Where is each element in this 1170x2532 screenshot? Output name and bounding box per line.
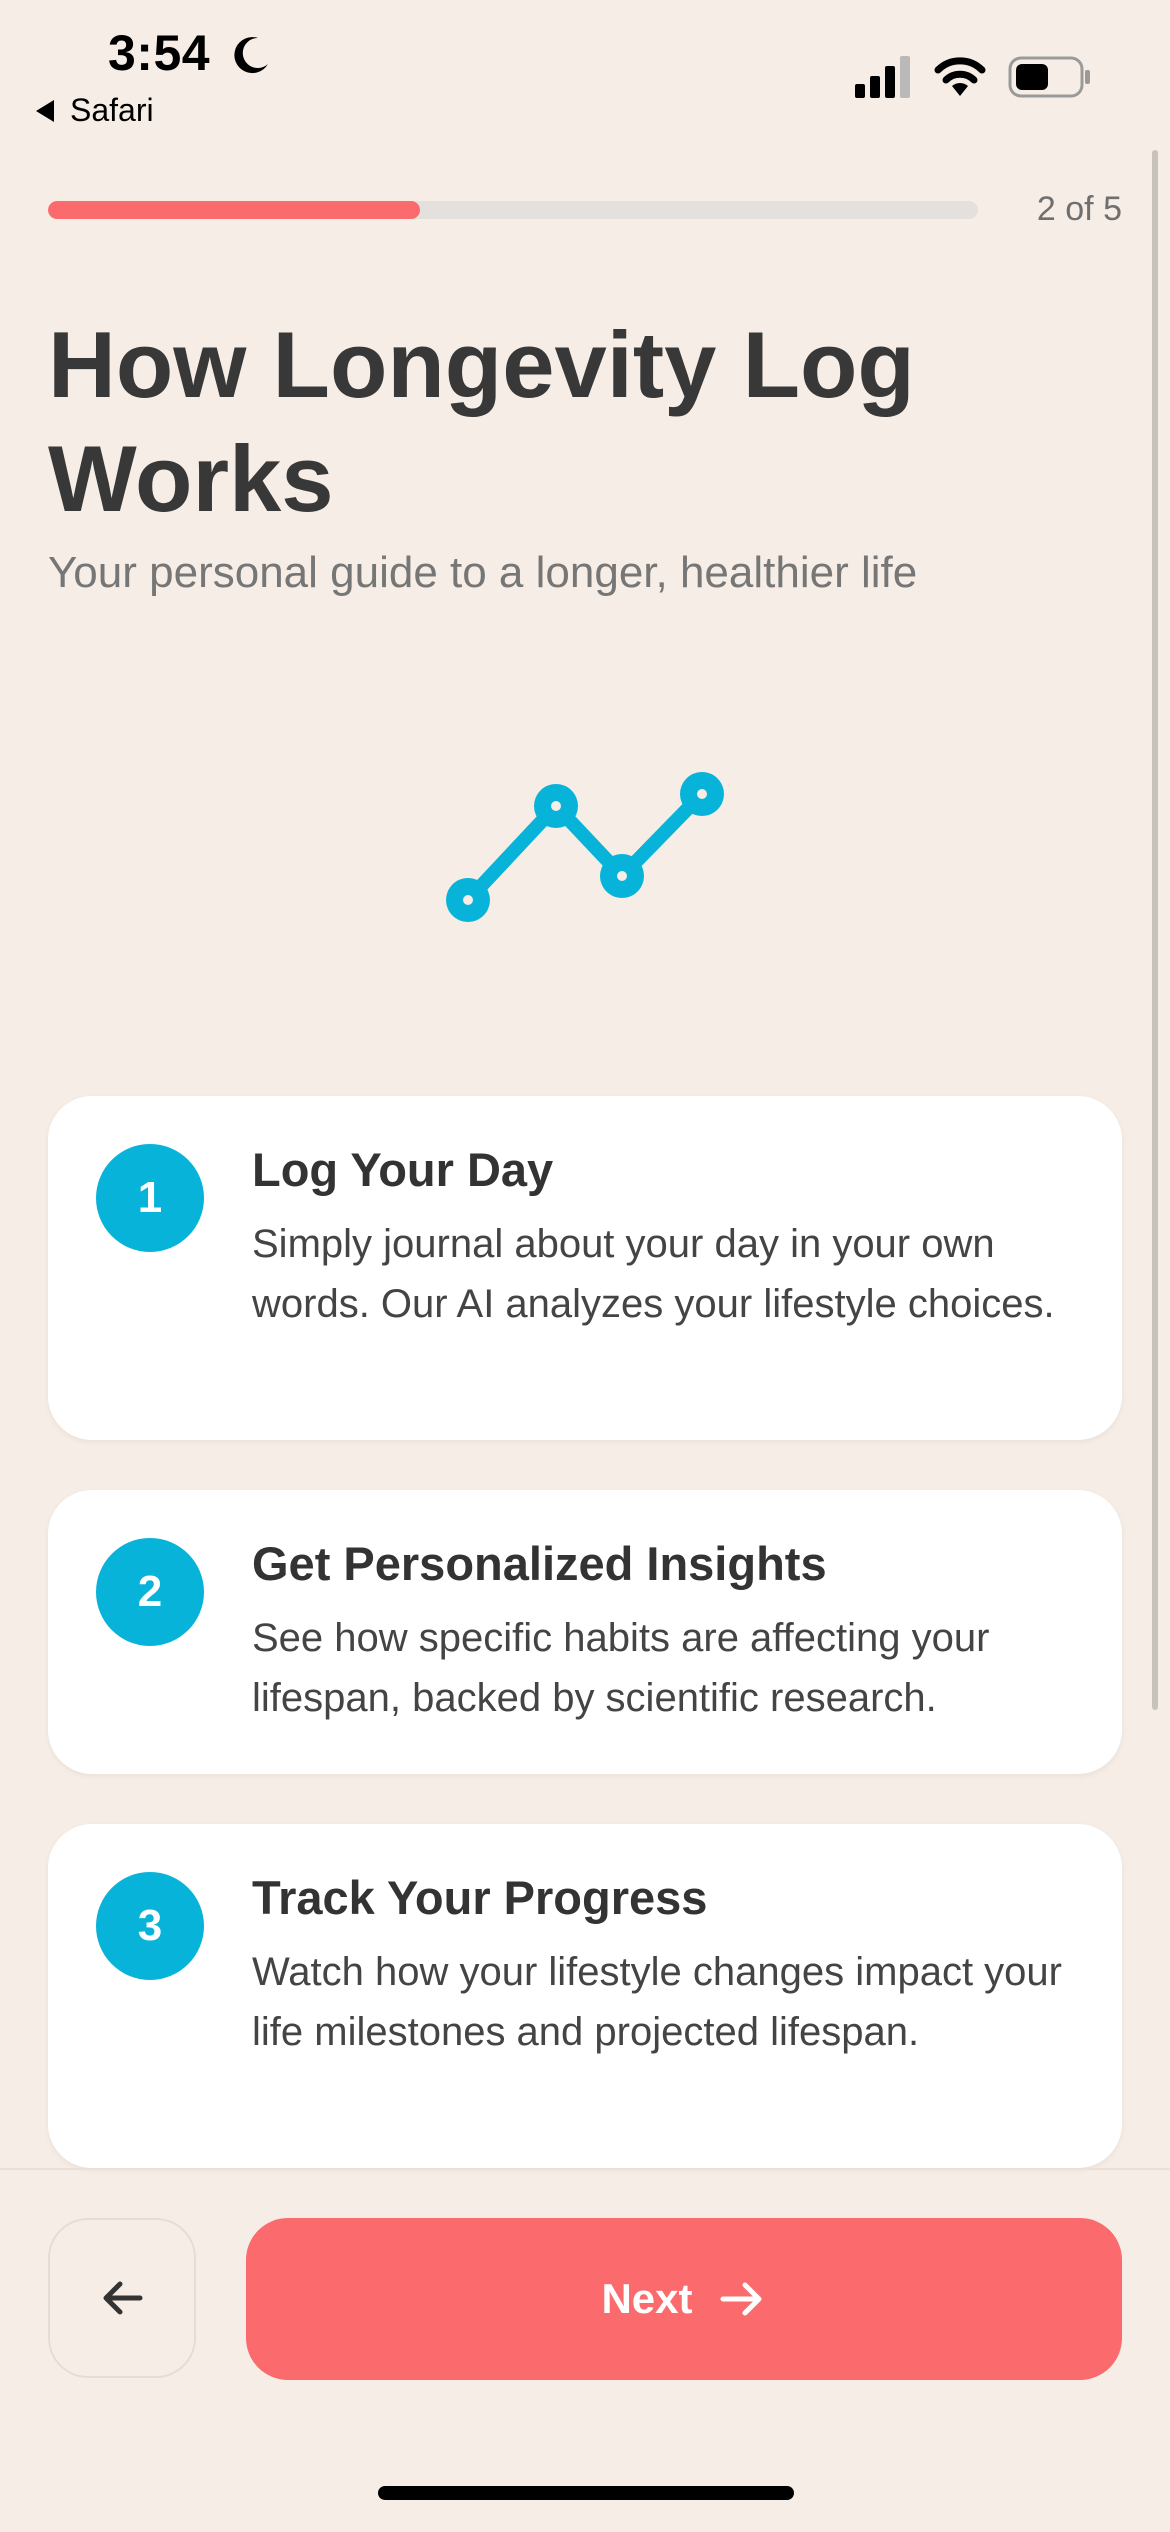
trend-line-icon	[446, 772, 724, 922]
step-card-3: 3 Track Your Progress Watch how your lif…	[48, 1824, 1122, 2168]
scrollbar[interactable]	[1152, 150, 1158, 1710]
step-number-badge: 1	[96, 1144, 204, 1252]
wifi-icon	[934, 57, 986, 96]
step-title: Track Your Progress	[252, 1871, 708, 1924]
signal-icon	[855, 56, 910, 98]
progress-step-label: 2 of 5	[1036, 190, 1122, 228]
status-time: 3:54	[108, 25, 211, 81]
step-description: See how specific habits are affecting yo…	[252, 1616, 990, 1720]
page-title: How Longevity Log Works	[48, 312, 915, 531]
next-button-label: Next	[601, 2275, 693, 2322]
step-card-2: 2 Get Personalized Insights See how spec…	[48, 1490, 1122, 1774]
arrow-left-icon	[103, 2281, 143, 2315]
status-bar: 3:54 Safari	[0, 0, 1170, 140]
step-description: Simply journal about your day in your ow…	[252, 1222, 1055, 1326]
step-title: Get Personalized Insights	[252, 1537, 827, 1590]
progress-fill	[48, 201, 420, 219]
back-button[interactable]	[48, 2218, 196, 2378]
arrow-right-icon	[720, 2282, 762, 2316]
back-triangle-icon	[36, 99, 54, 122]
onboarding-progress: 2 of 5	[48, 190, 1122, 230]
step-number-badge: 2	[96, 1538, 204, 1646]
step-card-1: 1 Log Your Day Simply journal about your…	[48, 1096, 1122, 1440]
step-description: Watch how your lifestyle changes impact …	[252, 1950, 1062, 2054]
step-number-badge: 3	[96, 1872, 204, 1980]
moon-icon	[234, 37, 268, 74]
next-button[interactable]: Next	[246, 2218, 1122, 2380]
back-to-safari[interactable]: Safari	[36, 92, 154, 129]
home-indicator[interactable]	[378, 2486, 794, 2500]
page-subtitle: Your personal guide to a longer, healthi…	[48, 548, 918, 597]
progress-track	[48, 201, 978, 219]
footer-divider	[0, 2168, 1170, 2170]
battery-icon	[1008, 56, 1090, 98]
step-title: Log Your Day	[252, 1143, 554, 1196]
back-app-label: Safari	[70, 92, 154, 128]
